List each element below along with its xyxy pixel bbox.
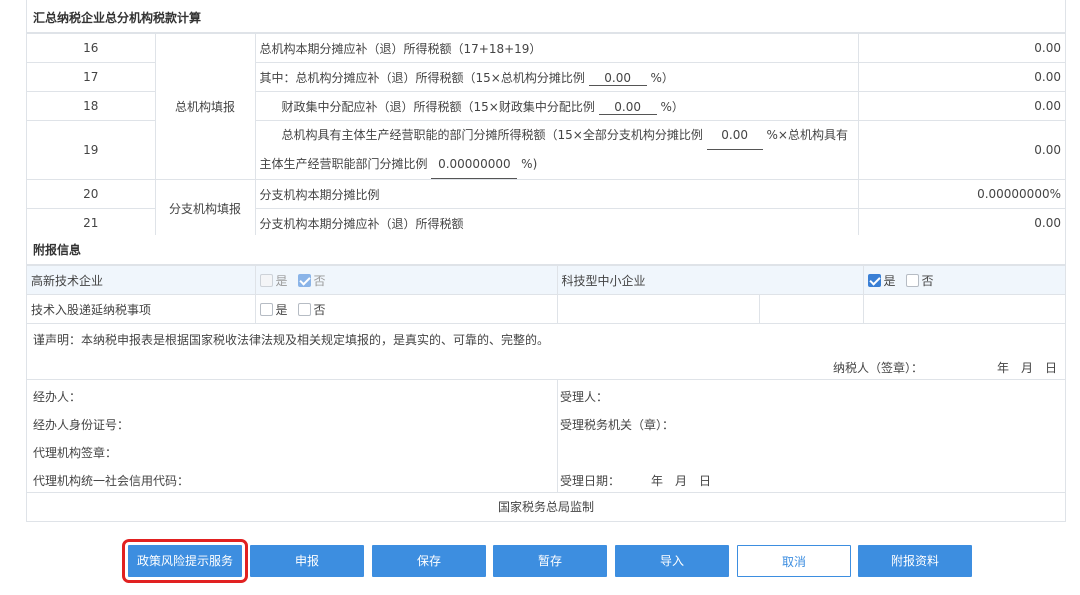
row-number: 17 xyxy=(27,62,156,92)
policy-risk-button[interactable]: 政策风险提示服务 xyxy=(122,539,248,583)
option-yes-label: 是 xyxy=(275,273,288,288)
row-description: 总机构本期分摊应补（退）所得税额（17+18+19） xyxy=(254,33,859,63)
declaration-block: 谨声明：本纳税申报表是根据国家税收法律法规及相关规定填报的，是真实的、可靠的、完… xyxy=(27,324,1065,380)
group-branch: 分支机构填报 xyxy=(154,179,256,238)
handler-label: 经办人： xyxy=(33,390,82,404)
checkbox-checked-icon[interactable] xyxy=(297,273,311,287)
row-description: 其中：总机构分摊应补（退）所得税额（15×总机构分摊比例 0.00 %） xyxy=(254,62,859,92)
agency-seal-label: 代理机构签章： xyxy=(33,446,118,460)
group-head-office: 总机构填报 xyxy=(154,33,256,180)
row-description: 总机构具有主体生产经营职能的部门分摊所得税额（15×全部分支机构分摊比例 0.0… xyxy=(254,120,859,180)
receiver-label: 受理人： xyxy=(560,390,609,404)
row-description: 分支机构本期分摊比例 xyxy=(254,179,859,209)
table-row: 16 总机构填报 总机构本期分摊应补（退）所得税额（17+18+19） 0.00 xyxy=(27,33,1065,180)
tech-sme-options: 是否 xyxy=(862,265,1066,295)
signature-block: 经办人： 经办人身份证号： 代理机构签章： 代理机构统一社会信用代码： 受理人：… xyxy=(27,380,1065,493)
row-amount: 0.00 xyxy=(857,91,1065,121)
row-amount: 0.00 xyxy=(857,62,1065,92)
row-amount: 0.00 xyxy=(857,33,1065,63)
row-description: 财政集中分配应补（退）所得税额（15×财政集中分配比例 0.00 %） xyxy=(254,91,859,121)
high-tech-options: 是否 xyxy=(254,265,558,295)
ratio-field[interactable]: 0.00 xyxy=(598,100,657,115)
high-tech-row: 高新技术企业 是否 科技型中小企业 是否 xyxy=(27,265,1066,295)
tax-form-frame: 汇总纳税企业总分机构税款计算 16 总机构填报 总机构本期分摊应补（退）所得税额… xyxy=(26,0,1066,522)
option-yes-label: 是 xyxy=(883,273,896,288)
tech-sme-label: 科技型中小企业 xyxy=(556,265,864,295)
checkbox-checked-icon[interactable] xyxy=(867,273,881,287)
row-number: 20 xyxy=(27,179,156,209)
empty-cell xyxy=(556,294,760,324)
declaration-statement: 谨声明：本纳税申报表是根据国家税收法律法规及相关规定填报的，是真实的、可靠的、完… xyxy=(33,333,550,347)
tech-equity-options: 是否 xyxy=(254,294,558,324)
taxpayer-sign-date: 年 月 日 xyxy=(996,361,1057,375)
row-description: 分支机构本期分摊应补（退）所得税额 xyxy=(254,208,859,238)
vertical-divider xyxy=(557,380,558,493)
attach-section-title: 附报信息 xyxy=(27,235,1065,265)
table-row: 20 分支机构填报 分支机构本期分摊比例 0.00000000% xyxy=(27,179,1065,238)
row-number: 18 xyxy=(27,91,156,121)
handler-id-label: 经办人身份证号： xyxy=(33,418,130,432)
checkbox-unchecked-icon[interactable] xyxy=(297,302,311,316)
agency-code-label: 代理机构统一社会信用代码： xyxy=(33,474,190,488)
declare-button[interactable]: 申报 xyxy=(250,545,364,577)
checkbox-unchecked-icon[interactable] xyxy=(259,273,273,287)
summary-table: 16 总机构填报 总机构本期分摊应补（退）所得税额（17+18+19） 0.00… xyxy=(27,33,1065,238)
temp-save-button[interactable]: 暂存 xyxy=(493,545,607,577)
taxpayer-sign-label: 纳税人（签章）： xyxy=(832,361,923,375)
ratio-field[interactable]: 0.00000000 xyxy=(431,150,518,179)
checkbox-unchecked-icon[interactable] xyxy=(905,273,919,287)
empty-cell xyxy=(862,294,1066,324)
row-amount: 0.00000000% xyxy=(857,179,1065,209)
attach-table: 高新技术企业 是否 科技型中小企业 是否 技术入股递延纳税事项 是否 xyxy=(27,265,1066,324)
import-button[interactable]: 导入 xyxy=(615,545,729,577)
tech-equity-label: 技术入股递延纳税事项 xyxy=(27,294,256,324)
option-no-label: 否 xyxy=(921,273,934,288)
cancel-button[interactable]: 取消 xyxy=(737,545,851,577)
row-amount: 0.00 xyxy=(857,208,1065,238)
row-number: 16 xyxy=(27,33,156,63)
save-button[interactable]: 保存 xyxy=(372,545,486,577)
attachments-button[interactable]: 附报资料 xyxy=(858,545,972,577)
footer-note: 国家税务总局监制 xyxy=(497,500,594,514)
option-no-label: 否 xyxy=(313,302,326,317)
row-number: 19 xyxy=(27,120,156,180)
summary-section-title: 汇总纳税企业总分机构税款计算 xyxy=(27,3,1065,33)
receive-date-label: 受理日期： xyxy=(560,474,621,488)
option-yes-label: 是 xyxy=(275,302,288,317)
option-no-label: 否 xyxy=(313,273,326,288)
high-tech-label: 高新技术企业 xyxy=(27,265,256,295)
ratio-field[interactable]: 0.00 xyxy=(588,71,647,86)
ratio-field[interactable]: 0.00 xyxy=(706,121,763,150)
tax-office-label: 受理税务机关（章）： xyxy=(560,418,675,432)
receive-date-value: 年 月 日 xyxy=(651,474,712,488)
checkbox-unchecked-icon[interactable] xyxy=(259,302,273,316)
empty-cell xyxy=(758,294,864,324)
row-amount: 0.00 xyxy=(857,120,1065,180)
row-number: 21 xyxy=(27,208,156,238)
tech-equity-row: 技术入股递延纳税事项 是否 xyxy=(27,294,1066,324)
